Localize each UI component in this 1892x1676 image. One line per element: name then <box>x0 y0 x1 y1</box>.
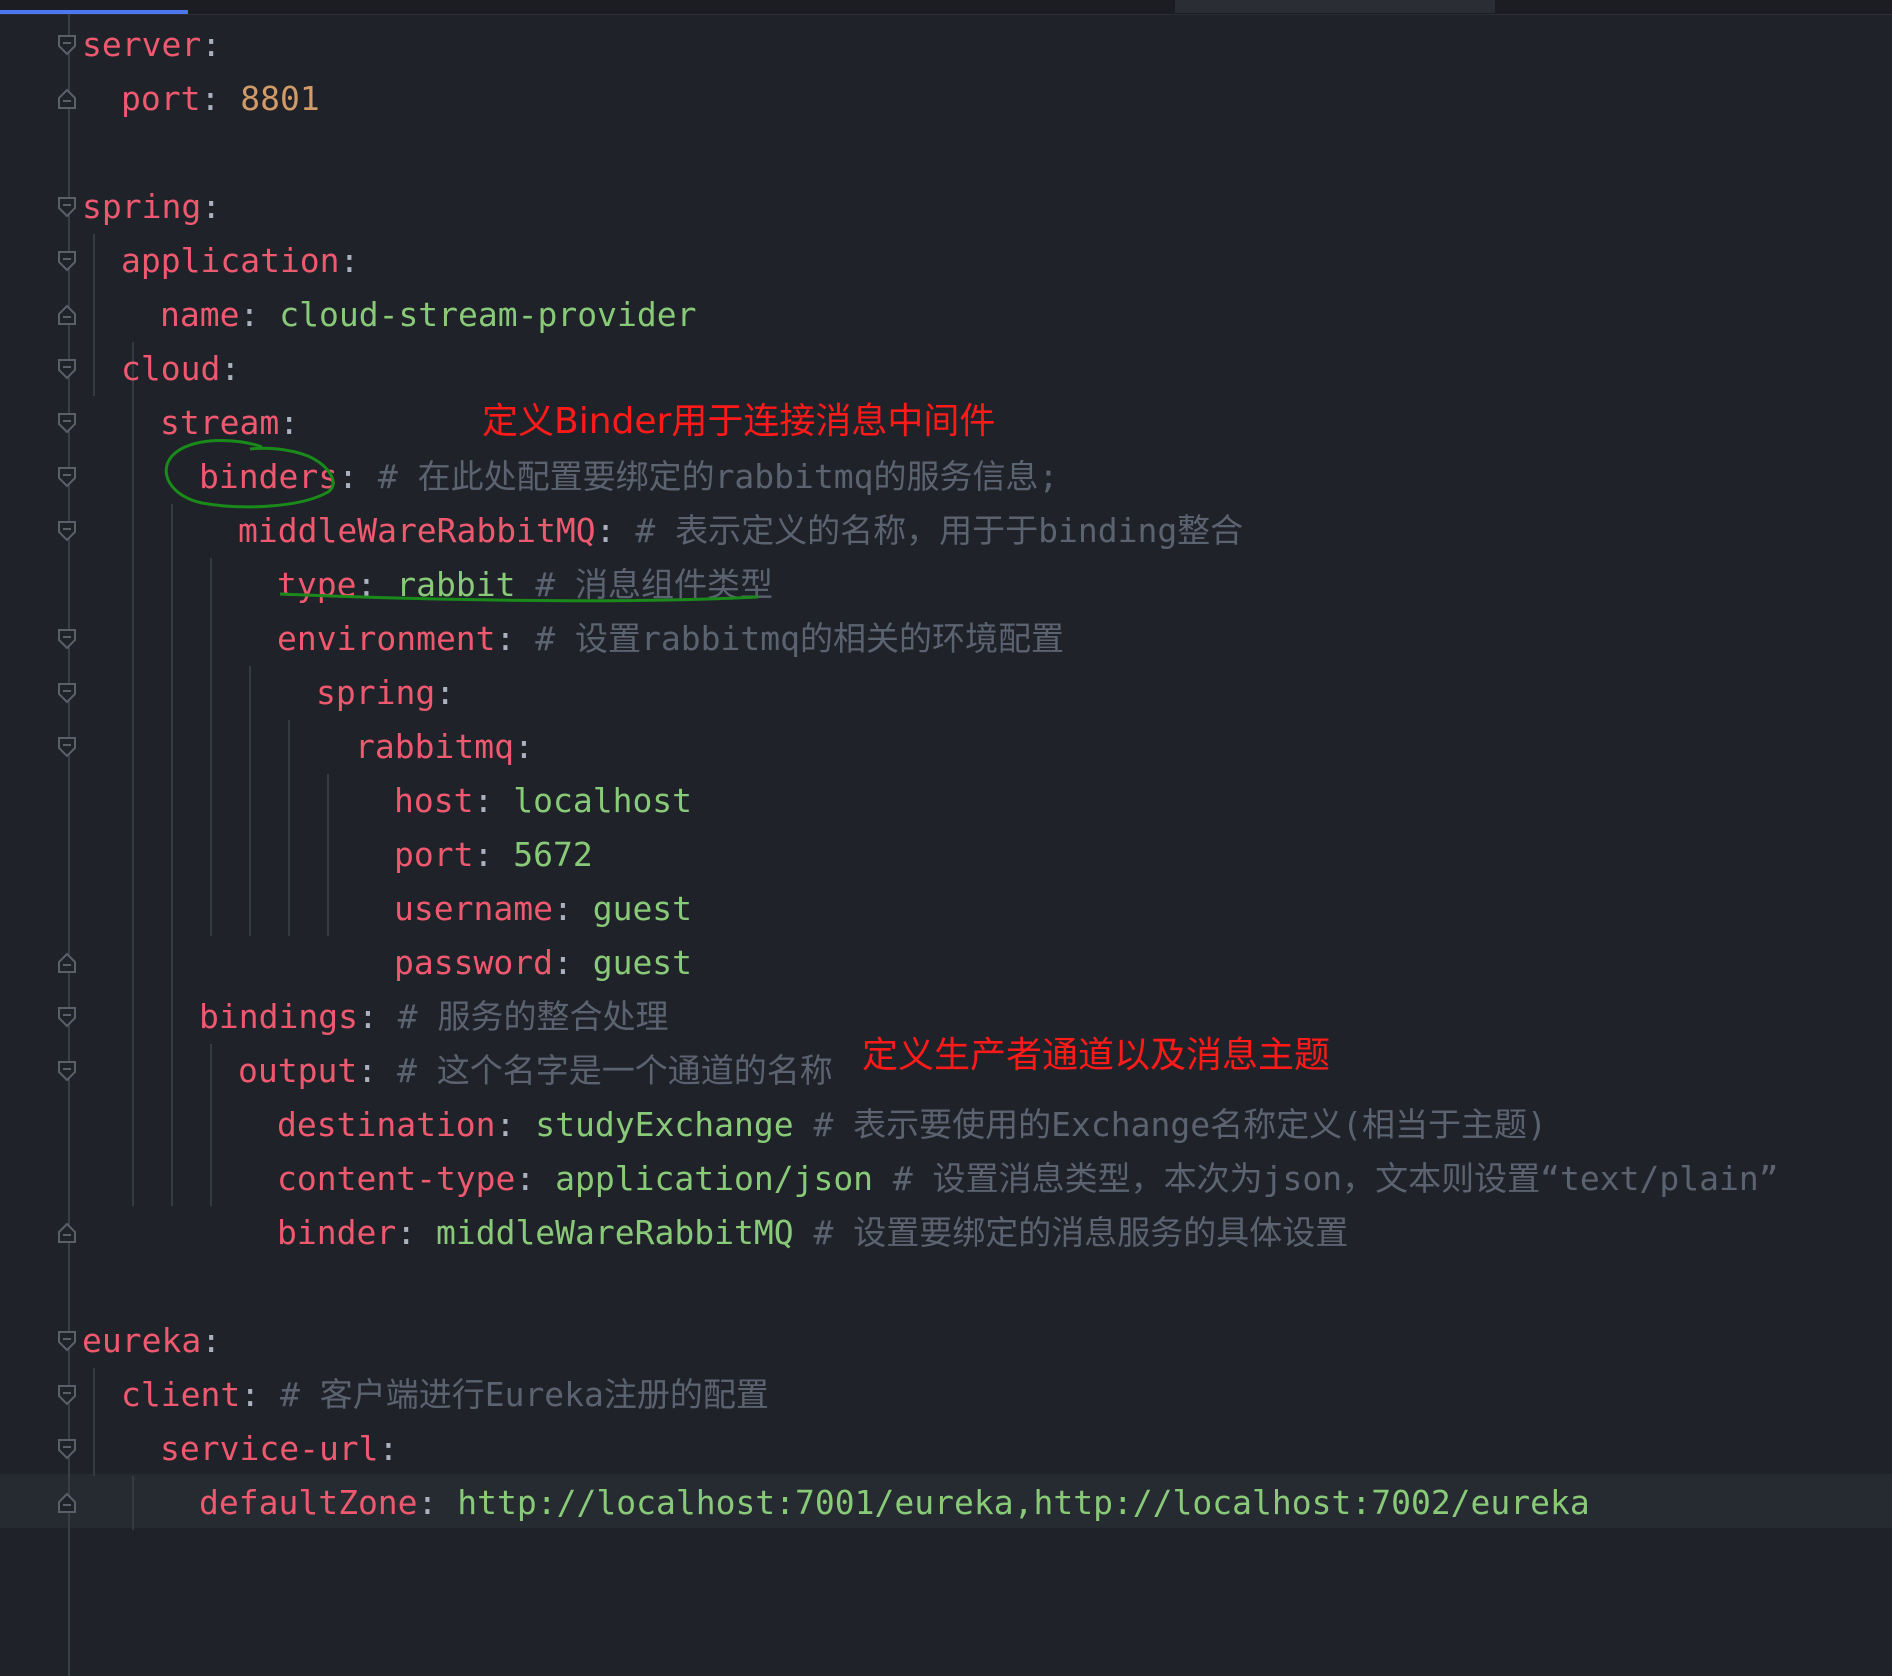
annotation-pen-marks <box>164 438 759 603</box>
annotation-underline-type <box>279 592 759 603</box>
annotation-circle-binders <box>164 438 335 509</box>
